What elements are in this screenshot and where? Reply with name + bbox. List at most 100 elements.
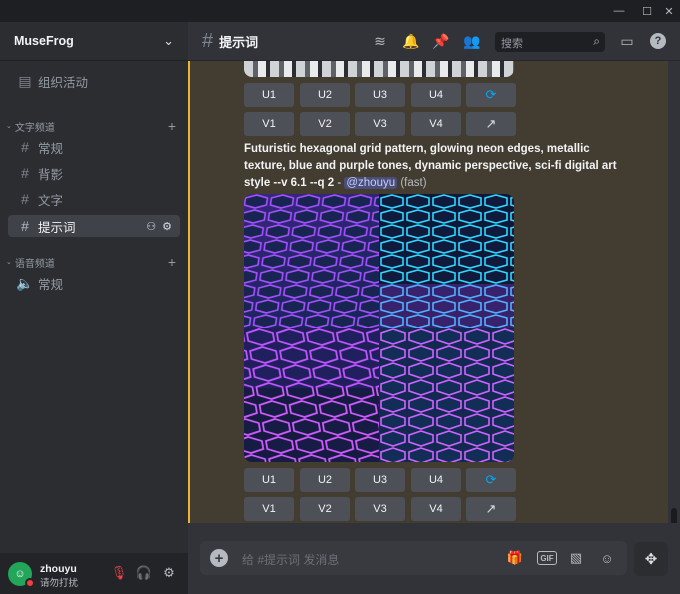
members-button[interactable]: 👥 [462, 31, 482, 51]
prompt-text: Futuristic hexagonal grid pattern, glowi… [244, 143, 617, 189]
upscale-1-button[interactable]: U1 [244, 83, 294, 107]
upscale-3-button[interactable]: U3 [355, 83, 405, 107]
pin-icon: 📌 [432, 32, 450, 49]
button-label: U1 [261, 474, 277, 486]
apps-button[interactable]: ✥ [634, 542, 668, 576]
variation-3-button[interactable]: V3 [355, 112, 405, 136]
variation-1-button[interactable]: V1 [244, 112, 294, 136]
upscale-2-button[interactable]: U2 [300, 468, 350, 492]
search-input[interactable]: 搜索 ⌕ [495, 32, 605, 52]
maximize-button[interactable]: ☐ [636, 0, 658, 22]
reroll-icon: ⟳ [485, 87, 497, 102]
deafen-button[interactable]: 🎧 [134, 563, 154, 583]
button-label: V1 [262, 118, 276, 130]
members-icon: 👥 [463, 32, 481, 49]
button-label: U2 [317, 89, 333, 101]
inbox-button[interactable]: ▭ [617, 31, 637, 51]
gif-button[interactable]: GIF [537, 551, 557, 565]
user-mention[interactable]: @zhouyu [344, 177, 398, 189]
external-link-icon: ↗ [485, 501, 497, 516]
gift-icon: 🎁 [506, 550, 524, 565]
button-label: V3 [373, 118, 387, 130]
message-content: Futuristic hexagonal grid pattern, glowi… [244, 141, 624, 192]
image-quadrant-3 [244, 328, 379, 462]
mode-label: (fast) [400, 177, 427, 189]
variation-1-button[interactable]: V1 [244, 497, 294, 521]
sticker-icon: ▧ [569, 550, 583, 565]
external-link-icon: ↗ [485, 116, 497, 131]
button-label: V3 [373, 503, 387, 515]
help-icon: ? [650, 33, 666, 49]
scrollbar-track[interactable] [668, 61, 680, 523]
button-label: U4 [428, 474, 444, 486]
button-label: U3 [372, 474, 388, 486]
image-quadrant-4 [379, 328, 514, 462]
close-window-button[interactable]: ✕ [658, 0, 680, 22]
reroll-icon: ⟳ [485, 472, 497, 487]
open-web-button[interactable]: ↗ [466, 497, 516, 521]
emoji-button[interactable]: ☺ [597, 549, 617, 567]
reroll-button[interactable]: ⟳ [466, 468, 516, 492]
minimize-button[interactable]: — [608, 0, 630, 22]
search-placeholder: 搜索 [501, 38, 523, 50]
upscale-4-button[interactable]: U4 [411, 83, 461, 107]
image-quadrant-1 [244, 194, 379, 328]
user-settings-button[interactable]: ⚙ [159, 563, 179, 583]
mute-mic-button[interactable]: 🎙 [109, 563, 129, 583]
gif-icon: GIF [540, 553, 554, 563]
upscale-1-button[interactable]: U1 [244, 468, 294, 492]
button-label: V2 [318, 503, 332, 515]
hash-icon: # [202, 29, 214, 52]
message-input[interactable]: + 给 #提示词 发消息 🎁 GIF ▧ ☺ [200, 541, 627, 575]
button-label: V1 [262, 503, 276, 515]
image-quadrant-2 [379, 194, 514, 328]
separator: - [334, 177, 345, 189]
inbox-icon: ▭ [620, 32, 634, 49]
button-label: V2 [318, 118, 332, 130]
message-placeholder: 给 #提示词 发消息 [242, 553, 340, 567]
mic-muted-icon: 🎙 [110, 565, 128, 580]
button-label: U2 [317, 474, 333, 486]
button-label: V4 [429, 503, 443, 515]
generated-image-grid[interactable] [244, 194, 514, 462]
minimize-icon: — [613, 5, 625, 17]
plus-icon: + [214, 549, 224, 567]
headphones-icon: 🎧 [135, 565, 153, 580]
user-panel: ☺ zhouyu 请勿打扰 🎙 🎧 ⚙ [0, 0, 188, 594]
sticker-button[interactable]: ▧ [566, 549, 586, 567]
channel-title: 提示词 [219, 34, 259, 50]
user-status: 请勿打扰 [40, 578, 79, 589]
open-web-button[interactable]: ↗ [466, 112, 516, 136]
close-icon: ✕ [664, 5, 674, 18]
variation-4-button[interactable]: V4 [411, 497, 461, 521]
upscale-2-button[interactable]: U2 [300, 83, 350, 107]
button-label: U4 [428, 89, 444, 101]
gear-icon: ⚙ [163, 565, 175, 580]
upscale-4-button[interactable]: U4 [411, 468, 461, 492]
threads-button[interactable]: ≋ [370, 31, 390, 51]
help-button[interactable]: ? [648, 31, 668, 51]
channel-header: # 提示词 ≋ 🔔 📌 👥 搜索 ⌕ ▭ ? [188, 22, 680, 61]
button-label: V4 [429, 118, 443, 130]
reroll-button[interactable]: ⟳ [466, 83, 516, 107]
search-icon: ⌕ [593, 34, 600, 48]
pinned-button[interactable]: 📌 [431, 31, 451, 51]
bell-icon: 🔔 [402, 32, 420, 49]
message-list: U1 U2 U3 U4 ⟳ V1 V2 V3 V4 ↗ Futuristic h… [188, 61, 668, 523]
emoji-icon: ☺ [600, 550, 614, 566]
dnd-status-dot [25, 578, 35, 588]
button-label: U1 [261, 89, 277, 101]
threads-icon: ≋ [374, 32, 386, 49]
username: zhouyu [40, 563, 77, 575]
apps-icon: ✥ [644, 551, 658, 568]
gift-button[interactable]: 🎁 [505, 549, 525, 567]
notifications-button[interactable]: 🔔 [401, 31, 421, 51]
add-attachment-button[interactable]: + [210, 549, 228, 567]
variation-3-button[interactable]: V3 [355, 497, 405, 521]
upscale-3-button[interactable]: U3 [355, 468, 405, 492]
variation-4-button[interactable]: V4 [411, 112, 461, 136]
variation-2-button[interactable]: V2 [300, 112, 350, 136]
variation-2-button[interactable]: V2 [300, 497, 350, 521]
previous-image-grid[interactable] [244, 61, 514, 77]
button-label: U3 [372, 89, 388, 101]
